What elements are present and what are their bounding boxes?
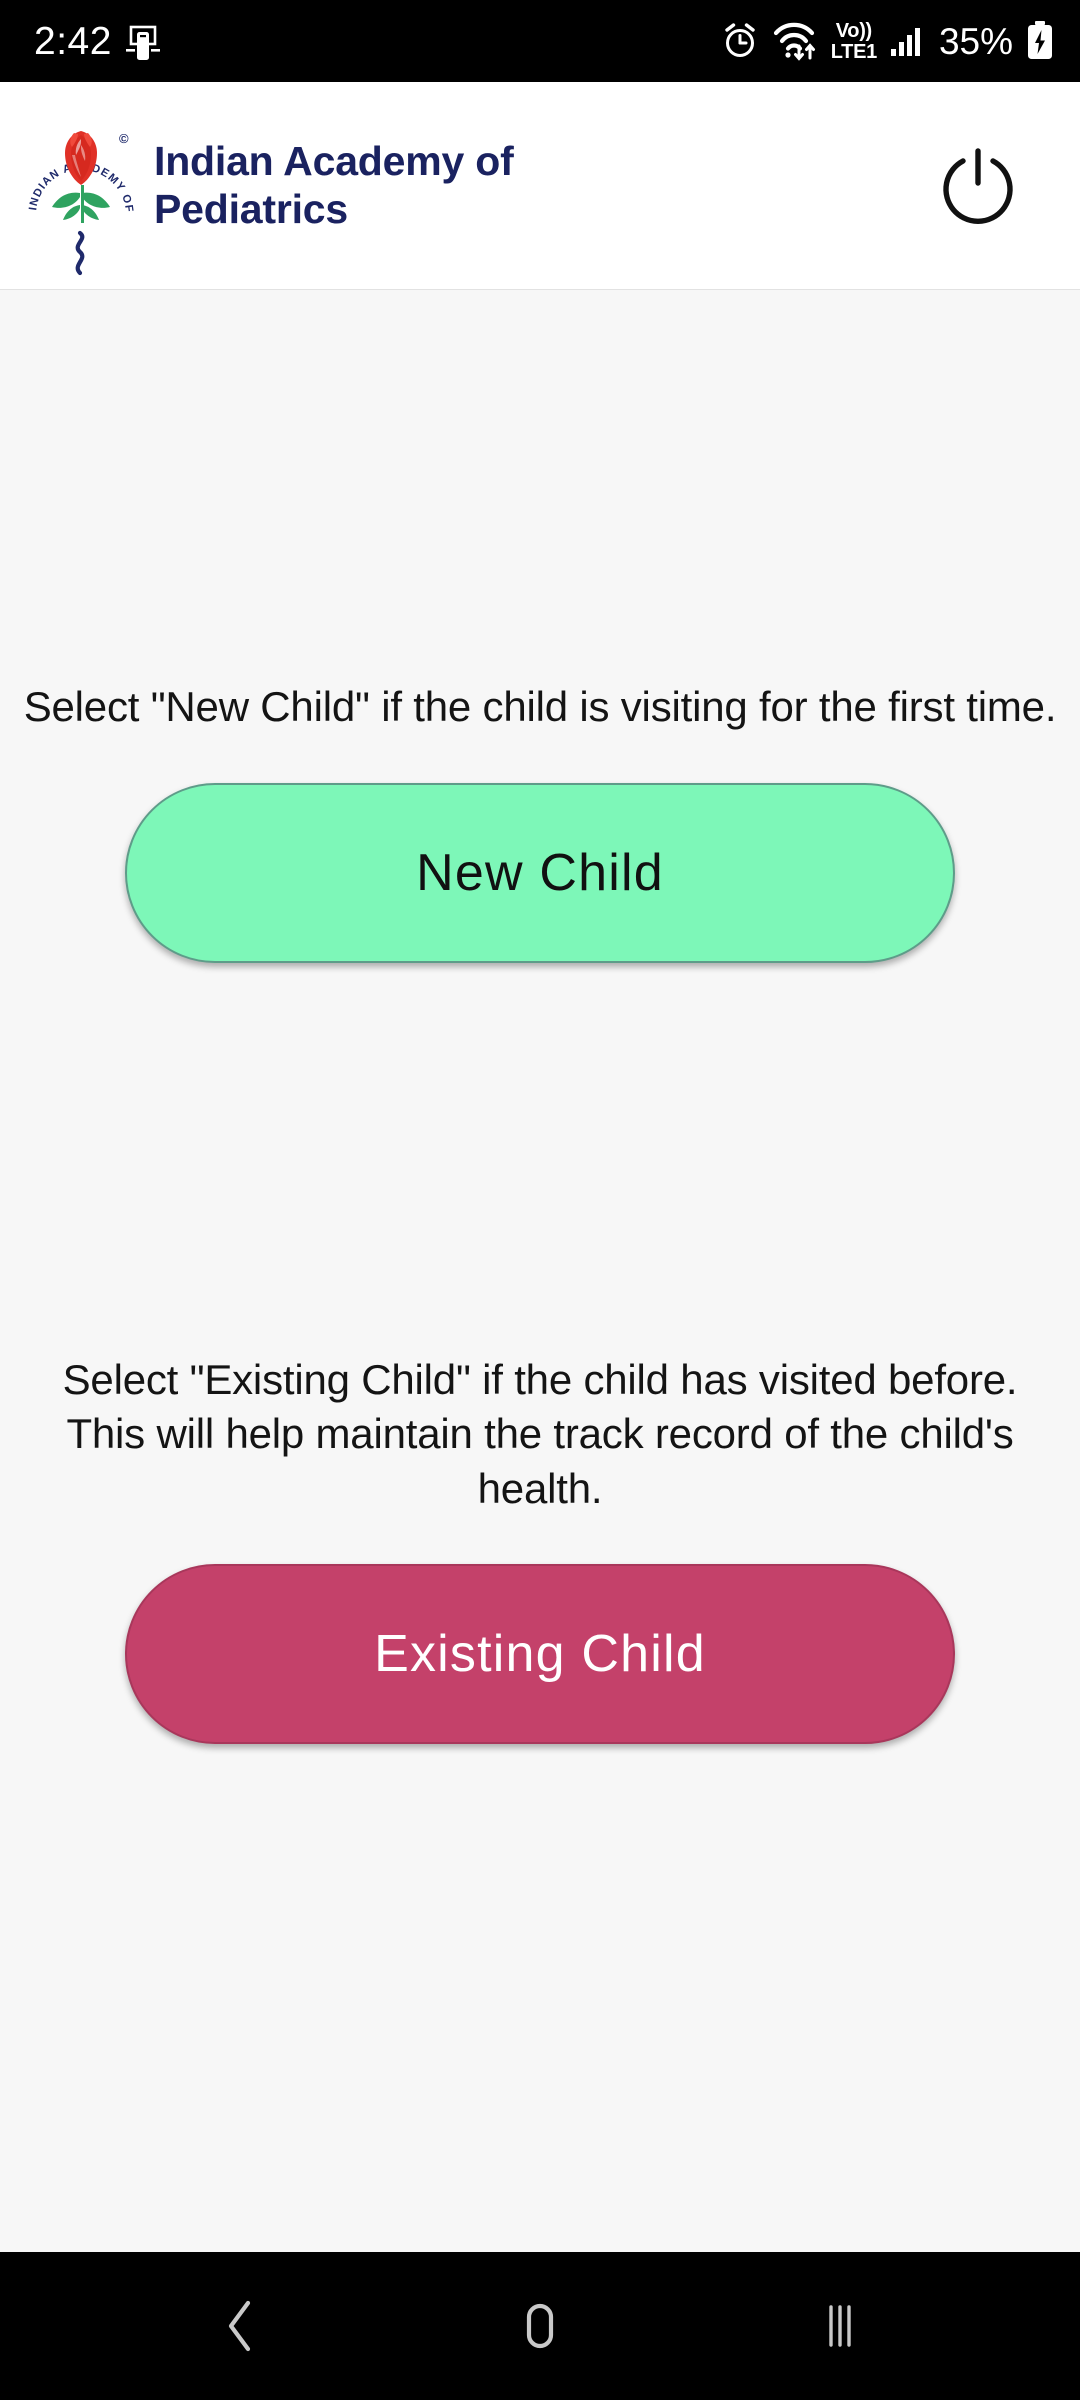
existing-child-button-label: Existing Child — [374, 1625, 706, 1684]
volte-label-top: Vo)) — [835, 19, 873, 42]
main-content: Select "New Child" if the child is visit… — [0, 290, 1080, 2252]
status-bar: 2:42 Vo)) LTE1 35% — [0, 0, 1080, 82]
status-bar-right: Vo)) LTE1 35% — [721, 20, 1054, 62]
volte-label-bottom: LTE1 — [830, 40, 878, 63]
phone-screen: 2:42 Vo)) LTE1 35% INDIAN A DEMY OF © In… — [0, 0, 1080, 2400]
wifi-data-transfer-icon — [772, 20, 822, 62]
alarm-clock-icon — [721, 22, 759, 60]
android-navigation-bar — [0, 2252, 1080, 2400]
power-logout-button[interactable] — [930, 138, 1026, 234]
brand-block: INDIAN ACADEMY OF PEDIATRICS © — [13, 84, 930, 283]
phone-cast-icon — [125, 21, 160, 61]
signal-bars-icon — [890, 25, 924, 57]
indian-academy-of-pediatrics-logo: INDIAN ACADEMY OF PEDIATRICS © — [13, 84, 144, 283]
svg-text:©: © — [119, 131, 129, 146]
home-button[interactable] — [465, 2252, 615, 2400]
new-child-button[interactable]: New Child — [125, 782, 955, 963]
battery-charging-icon — [1026, 21, 1054, 61]
existing-child-instruction: Select "Existing Child" if the child has… — [62, 1355, 1018, 1512]
new-child-button-label: New Child — [416, 843, 664, 902]
existing-child-button[interactable]: Existing Child — [125, 1564, 955, 1745]
app-header: INDIAN ACADEMY OF PEDIATRICS © — [0, 82, 1080, 290]
new-child-instruction: Select "New Child" if the child is visit… — [23, 683, 1057, 730]
recent-apps-button[interactable] — [765, 2252, 915, 2400]
back-button[interactable] — [165, 2252, 315, 2400]
volte-indicator: Vo)) LTE1 — [830, 19, 878, 63]
status-bar-left: 2:42 — [34, 21, 160, 61]
battery-percentage: 35% — [938, 20, 1013, 62]
app-title: Indian Academy of Pediatrics — [154, 137, 514, 232]
status-bar-clock: 2:42 — [34, 19, 112, 63]
